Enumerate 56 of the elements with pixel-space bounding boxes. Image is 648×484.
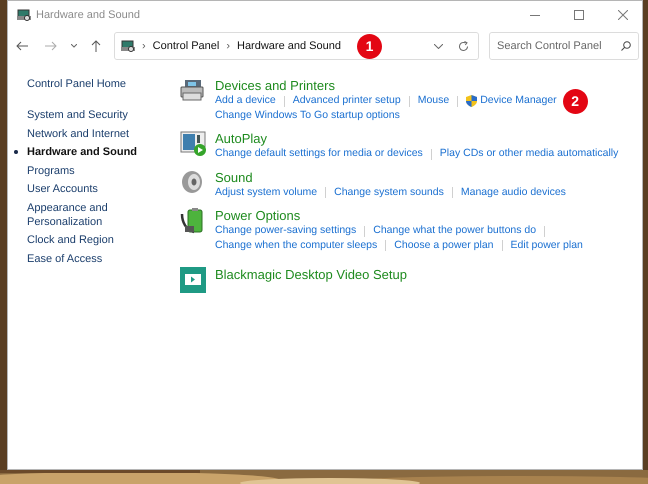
caret-icon[interactable] xyxy=(71,44,77,48)
sidebar-item[interactable]: Clock and Region xyxy=(27,233,145,247)
refresh-icon[interactable] xyxy=(458,40,469,52)
link[interactable]: Change what the power buttons do xyxy=(373,223,536,240)
video-setup-icon xyxy=(180,267,206,293)
autoplay-icon xyxy=(180,131,208,157)
link[interactable]: Change when the computer sleeps xyxy=(215,238,378,254)
link[interactable]: Choose a power plan xyxy=(394,238,494,254)
minimize-icon[interactable] xyxy=(530,14,540,16)
link[interactable]: Manage audio devices xyxy=(460,184,566,201)
bullet-icon xyxy=(14,150,18,154)
search-input: Search Control Panel xyxy=(497,38,617,54)
breadcrumb[interactable]: Control Panel xyxy=(152,38,220,54)
sidebar-item[interactable]: Ease of Access xyxy=(27,252,145,266)
breadcrumb[interactable]: Hardware and Sound xyxy=(237,38,341,54)
home-link[interactable]: Control Panel Home xyxy=(27,77,126,91)
address-bar[interactable]: › Control Panel › Hardware and Sound 1 xyxy=(114,32,479,60)
link[interactable]: Adjust system volume xyxy=(215,184,318,201)
up-arrow-icon[interactable] xyxy=(91,40,101,52)
chevron-icon: › xyxy=(142,38,146,54)
sidebar-item[interactable]: Hardware and Sound xyxy=(27,145,145,159)
printer-icon xyxy=(180,78,206,102)
section-title-link[interactable]: Sound xyxy=(215,168,253,186)
sidebar-item[interactable]: User Accounts xyxy=(27,182,145,196)
section-title-link[interactable]: Power Options xyxy=(215,207,300,224)
link[interactable]: Play CDs or other media automatically xyxy=(440,146,618,162)
window-title: Hardware and Sound xyxy=(36,8,140,23)
close-icon[interactable] xyxy=(618,10,628,20)
sidebar-item[interactable]: System and Security xyxy=(27,108,145,122)
maximize-icon[interactable] xyxy=(574,10,584,20)
link[interactable]: Change Windows To Go startup options xyxy=(215,108,400,124)
section-title-link[interactable]: AutoPlay xyxy=(215,130,268,147)
link[interactable]: Edit power plan xyxy=(510,238,583,254)
link[interactable]: Add a device xyxy=(215,93,276,110)
search-field[interactable]: Search Control Panel xyxy=(489,32,639,60)
dropdown-caret-icon[interactable] xyxy=(434,44,443,48)
sidebar-item[interactable]: Appearance and Personalization xyxy=(27,200,145,228)
section-title-link[interactable]: Devices and Printers xyxy=(215,77,335,94)
link[interactable]: Change power-saving settings xyxy=(215,223,356,240)
control-panel-icon xyxy=(17,9,31,21)
control-panel-icon xyxy=(121,40,135,52)
number-marker: 1 xyxy=(356,34,382,58)
sidebar-item[interactable]: Network and Internet xyxy=(27,126,145,140)
link[interactable]: Change default settings for media or devices xyxy=(215,146,423,162)
sidebar-item[interactable]: Programs xyxy=(27,164,145,178)
shield-icon xyxy=(466,95,478,108)
speaker-icon xyxy=(180,170,204,194)
link[interactable]: Advanced printer setup xyxy=(292,93,401,110)
back-arrow-icon[interactable] xyxy=(16,41,28,51)
chevron-icon: › xyxy=(226,38,230,54)
link[interactable]: Change system sounds xyxy=(334,184,444,201)
search-icon xyxy=(621,41,631,51)
link[interactable]: Mouse xyxy=(418,93,450,110)
section-title-link[interactable]: Blackmagic Desktop Video Setup xyxy=(215,266,407,283)
number-marker: 2 xyxy=(562,88,588,114)
link[interactable]: Device Manager xyxy=(480,93,557,110)
